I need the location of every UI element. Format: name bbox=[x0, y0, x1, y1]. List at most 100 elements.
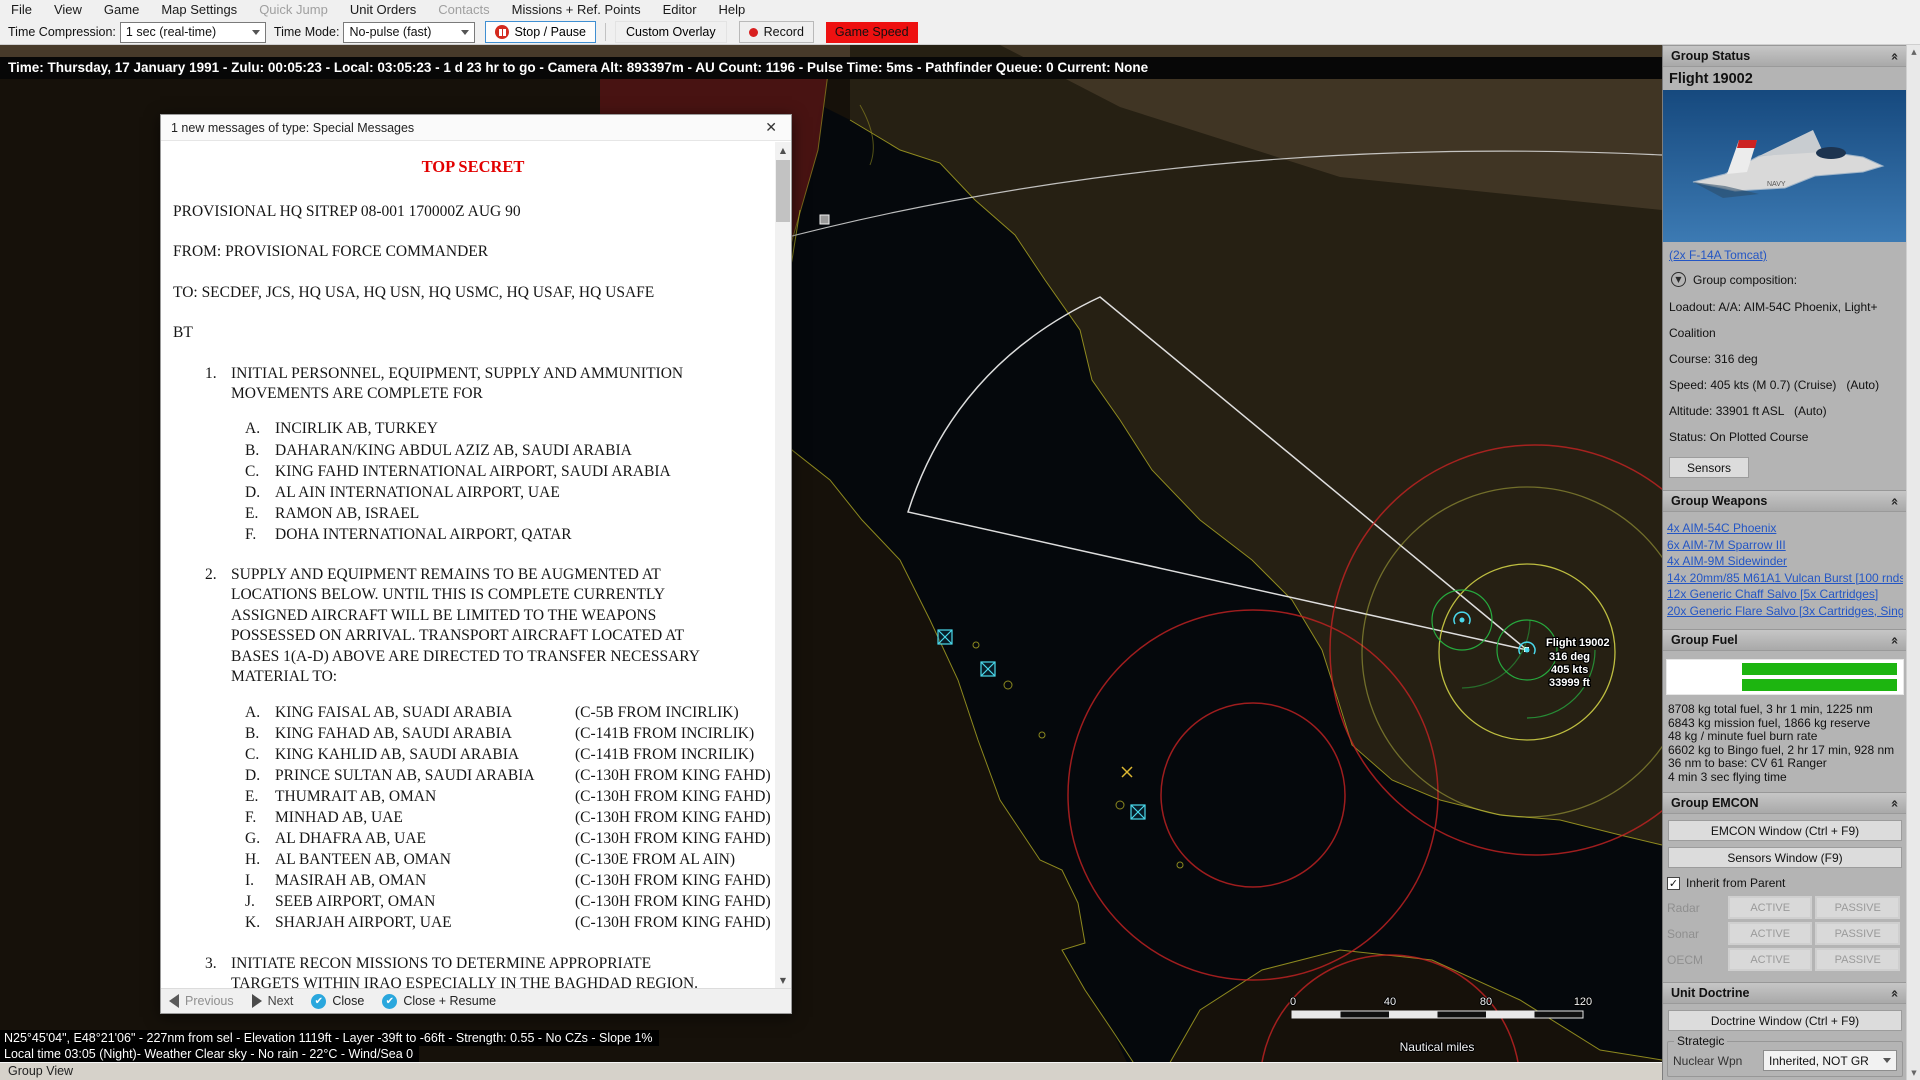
emcon-row-radar: Radar ACTIVE PASSIVE bbox=[1667, 896, 1903, 919]
fuel-line: 8708 kg total fuel, 3 hr 1 min, 1225 nm bbox=[1668, 702, 1873, 716]
scrollbar-thumb[interactable] bbox=[776, 160, 790, 222]
list-letter: G. bbox=[245, 830, 261, 848]
next-label: Next bbox=[267, 994, 294, 1008]
oecm-passive-button[interactable]: PASSIVE bbox=[1815, 948, 1900, 971]
menu-unit-orders[interactable]: Unit Orders bbox=[339, 0, 427, 20]
list-text: MINHAD AB, UAE bbox=[275, 809, 403, 827]
scroll-up-icon[interactable]: ▲ bbox=[1907, 45, 1920, 59]
aircraft-type-link[interactable]: (2x F-14A Tomcat) bbox=[1663, 242, 1907, 264]
sidebar-scrollbar[interactable]: ▲ ▼ bbox=[1906, 45, 1920, 1080]
radar-active-button[interactable]: ACTIVE bbox=[1727, 896, 1813, 919]
time-status-bar: Time: Thursday, 17 January 1991 - Zulu: … bbox=[0, 57, 1662, 79]
close-resume-button[interactable]: ✔ Close + Resume bbox=[382, 993, 496, 1009]
fuel-bar bbox=[1669, 662, 1901, 676]
sensors-window-button[interactable]: Sensors Window (F9) bbox=[1668, 847, 1902, 868]
sensors-button[interactable]: Sensors bbox=[1669, 457, 1749, 478]
radar-passive-button[interactable]: PASSIVE bbox=[1815, 896, 1900, 919]
list-text: DAHARAN/KING ABDUL AZIZ AB, SAUDI ARABIA bbox=[275, 441, 632, 459]
group-fuel-header[interactable]: Group Fuel » bbox=[1663, 629, 1907, 651]
chevron-down-icon bbox=[1883, 1058, 1891, 1063]
time-compression-select[interactable]: 1 sec (real-time) bbox=[119, 21, 266, 43]
check-icon: ✔ bbox=[311, 993, 327, 1009]
fuel-line: 6843 kg mission fuel, 1866 kg reserve bbox=[1668, 715, 1871, 730]
stop-pause-button[interactable]: Stop / Pause bbox=[485, 21, 597, 43]
collapse-icon[interactable]: » bbox=[1887, 636, 1902, 644]
unit-doctrine-header[interactable]: Unit Doctrine » bbox=[1663, 982, 1907, 1004]
group-fuel-title: Group Fuel bbox=[1671, 633, 1738, 647]
doc-list-item-1: 1. INITIAL PERSONNEL, EQUIPMENT, SUPPLY … bbox=[205, 364, 773, 405]
group-composition-row[interactable]: ▼ Group composition: bbox=[1663, 264, 1907, 289]
menu-quick-jump: Quick Jump bbox=[259, 2, 328, 17]
strategic-label: Strategic bbox=[1674, 1034, 1728, 1048]
fuel-line: 4 min 3 sec flying time bbox=[1668, 769, 1787, 784]
collapse-icon[interactable]: » bbox=[1887, 799, 1902, 807]
menu-missions-ref-points[interactable]: Missions + Ref. Points bbox=[501, 0, 652, 20]
time-compression-value: 1 sec (real-time) bbox=[125, 25, 217, 39]
doctrine-window-button[interactable]: Doctrine Window (Ctrl + F9) bbox=[1668, 1010, 1902, 1031]
view-mode-label: Group View bbox=[8, 1064, 74, 1078]
aircraft-photo: NAVY bbox=[1663, 90, 1907, 242]
weapon-link[interactable]: 6x AIM-7M Sparrow III bbox=[1667, 537, 1903, 554]
weapon-link[interactable]: 4x AIM-54C Phoenix bbox=[1667, 520, 1903, 537]
toolbar-separator bbox=[605, 23, 607, 41]
list-letter: J. bbox=[245, 893, 255, 911]
emcon-window-button[interactable]: EMCON Window (Ctrl + F9) bbox=[1668, 820, 1902, 841]
menu-game[interactable]: Game bbox=[93, 0, 150, 20]
previous-button[interactable]: Previous bbox=[169, 994, 234, 1008]
list-note: (C-130E FROM AL AIN) bbox=[575, 851, 736, 869]
weapons-list: 4x AIM-54C Phoenix 6x AIM-7M Sparrow III… bbox=[1663, 512, 1907, 629]
list-text: SHARJAH AIRPORT, UAE bbox=[275, 914, 452, 932]
scroll-down-icon[interactable]: ▼ bbox=[775, 972, 791, 988]
sonar-active-button[interactable]: ACTIVE bbox=[1727, 922, 1813, 945]
sonar-passive-button[interactable]: PASSIVE bbox=[1815, 922, 1900, 945]
weapon-link[interactable]: 20x Generic Flare Salvo [3x Cartridges, … bbox=[1667, 603, 1903, 620]
speed-line: Speed: 405 kts (M 0.7) (Cruise) (Auto) bbox=[1669, 378, 1880, 392]
doc-list-item-2: 2. SUPPLY AND EQUIPMENT REMAINS TO BE AU… bbox=[205, 565, 773, 688]
collapse-icon[interactable]: » bbox=[1887, 497, 1902, 505]
message-window-titlebar: 1 new messages of type: Special Messages… bbox=[161, 115, 791, 141]
record-label: Record bbox=[763, 25, 804, 39]
group-weapons-title: Group Weapons bbox=[1671, 494, 1768, 508]
chevron-down-icon bbox=[461, 29, 470, 35]
map-status-box: N25°45'04", E48°21'06" - 227nm from sel … bbox=[0, 1030, 659, 1062]
weapon-link[interactable]: 14x 20mm/85 M61A1 Vulcan Burst [100 rnds… bbox=[1667, 570, 1903, 587]
group-composition-label: Group composition: bbox=[1693, 272, 1798, 287]
game-speed-button[interactable]: Game Speed bbox=[825, 21, 918, 43]
time-mode-select[interactable]: No-pulse (fast) bbox=[343, 21, 476, 43]
group-emcon-header[interactable]: Group EMCON » bbox=[1663, 792, 1907, 814]
list-number: 1. bbox=[205, 364, 217, 382]
close-icon[interactable]: ✕ bbox=[761, 119, 781, 136]
scroll-down-icon[interactable]: ▼ bbox=[1907, 1066, 1920, 1080]
flight-label-altitude: 33999 ft bbox=[1549, 677, 1590, 689]
doc-paragraph: PROVISIONAL HQ SITREP 08-001 170000Z AUG… bbox=[173, 202, 521, 220]
collapse-icon[interactable]: » bbox=[1887, 52, 1902, 60]
next-button[interactable]: Next bbox=[251, 994, 294, 1008]
custom-overlay-button[interactable]: Custom Overlay bbox=[615, 21, 727, 43]
menu-help[interactable]: Help bbox=[708, 0, 757, 20]
close-button[interactable]: ✔ Close bbox=[311, 993, 364, 1009]
weapon-link[interactable]: 12x Generic Chaff Salvo [5x Cartridges] bbox=[1667, 586, 1903, 603]
list-letter: K. bbox=[245, 914, 261, 932]
inherit-from-parent-row[interactable]: ✓ Inherit from Parent bbox=[1663, 868, 1907, 896]
doc-paragraph: FROM: PROVISIONAL FORCE COMMANDER bbox=[173, 243, 489, 261]
scroll-up-icon[interactable]: ▲ bbox=[775, 142, 791, 158]
group-weapons-header[interactable]: Group Weapons » bbox=[1663, 490, 1907, 512]
record-button[interactable]: Record bbox=[738, 21, 814, 43]
weapon-link[interactable]: 4x AIM-9M Sidewinder bbox=[1667, 553, 1903, 570]
list-number: 3. bbox=[205, 954, 217, 972]
unit-doctrine-title: Unit Doctrine bbox=[1671, 986, 1750, 1000]
menu-editor[interactable]: Editor bbox=[652, 0, 708, 20]
expand-icon[interactable]: ▼ bbox=[1671, 272, 1686, 287]
menu-file[interactable]: File bbox=[0, 0, 43, 20]
list-letter: D. bbox=[245, 766, 261, 784]
nuclear-wpn-select[interactable]: Inherited, NOT GR bbox=[1763, 1050, 1897, 1071]
collapse-icon[interactable]: » bbox=[1887, 989, 1902, 997]
menu-view[interactable]: View bbox=[43, 0, 93, 20]
checkbox-checked-icon[interactable]: ✓ bbox=[1667, 876, 1680, 890]
list-letter: D. bbox=[245, 483, 261, 501]
oecm-active-button[interactable]: ACTIVE bbox=[1727, 948, 1813, 971]
map-reference-point[interactable] bbox=[819, 214, 830, 225]
menu-map-settings[interactable]: Map Settings bbox=[150, 0, 248, 20]
message-scrollbar[interactable]: ▲ ▼ bbox=[775, 142, 791, 988]
group-status-header[interactable]: Group Status » bbox=[1663, 45, 1907, 67]
